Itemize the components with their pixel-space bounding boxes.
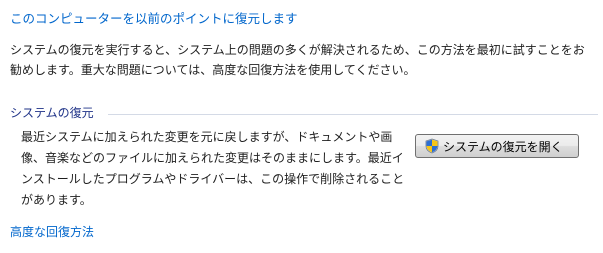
open-system-restore-label: システムの復元を開く xyxy=(443,139,563,154)
system-restore-description: 最近システムに加えられた変更を元に戻しますが、ドキュメントや画像、音楽などのファ… xyxy=(21,130,405,207)
uac-shield-icon xyxy=(424,138,440,154)
section-divider xyxy=(108,114,598,115)
system-restore-section-title: システムの復元 xyxy=(10,106,94,120)
open-system-restore-button[interactable]: システムの復元を開く xyxy=(415,134,579,158)
advanced-recovery-methods-link[interactable]: 高度な回復方法 xyxy=(10,223,94,242)
restore-to-earlier-point-link[interactable]: このコンピューターを以前のポイントに復元します xyxy=(10,9,298,28)
intro-text: システムの復元を実行すると、システム上の問題の多くが解決されるため、この方法を最… xyxy=(10,43,585,77)
